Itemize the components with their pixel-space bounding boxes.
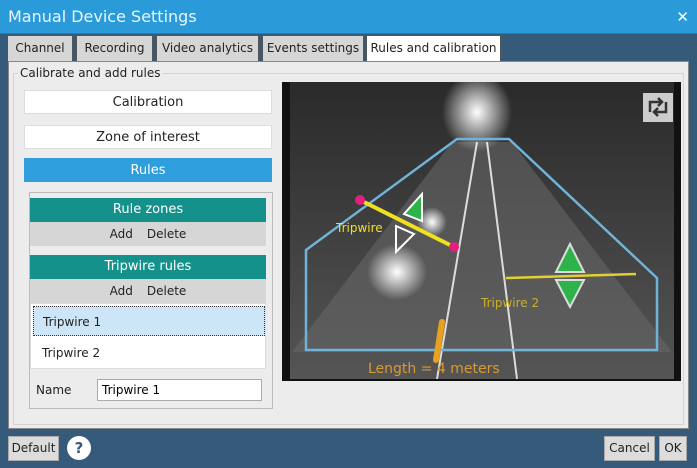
window-title: Manual Device Settings bbox=[8, 7, 197, 26]
swap-icon[interactable] bbox=[643, 93, 673, 122]
default-button[interactable]: Default bbox=[8, 436, 59, 461]
close-icon[interactable]: ✕ bbox=[676, 0, 689, 34]
tripwire-endpoint[interactable] bbox=[449, 242, 459, 252]
tab-channel[interactable]: Channel bbox=[7, 35, 73, 61]
cancel-button[interactable]: Cancel bbox=[604, 436, 655, 461]
length-label: Length = 4 meters bbox=[368, 361, 500, 377]
calibration-button[interactable]: Calibration bbox=[24, 90, 272, 114]
tripwire-rules-header: Tripwire rules bbox=[30, 255, 266, 279]
tripwire-2-label: Tripwire 2 bbox=[480, 296, 539, 310]
tripwire-add-button[interactable]: Add bbox=[110, 284, 133, 298]
title-bar: Manual Device Settings bbox=[0, 0, 697, 34]
tripwire-list: Tripwire 1 Tripwire 2 bbox=[30, 303, 266, 369]
rule-zones-delete-button[interactable]: Delete bbox=[147, 227, 186, 241]
tab-events-settings[interactable]: Events settings bbox=[262, 35, 364, 61]
tripwire-delete-button[interactable]: Delete bbox=[147, 284, 186, 298]
help-icon[interactable]: ? bbox=[67, 436, 91, 460]
tripwire-endpoint[interactable] bbox=[355, 195, 365, 205]
tripwire-rules-actions: Add Delete bbox=[30, 279, 266, 303]
list-item[interactable]: Tripwire 1 bbox=[33, 306, 265, 336]
ok-button[interactable]: OK bbox=[659, 436, 687, 461]
zone-of-interest-button[interactable]: Zone of interest bbox=[24, 125, 272, 149]
rule-zones-header: Rule zones bbox=[30, 198, 266, 222]
rule-zones-add-button[interactable]: Add bbox=[110, 227, 133, 241]
tripwire-1-label: Tripwire bbox=[335, 221, 383, 235]
video-preview[interactable]: Tripwire Tripwire 2 Length = 4 meters bbox=[282, 72, 681, 381]
rule-zones-actions: Add Delete bbox=[30, 222, 266, 246]
group-label: Calibrate and add rules bbox=[18, 66, 163, 80]
list-item[interactable]: Tripwire 2 bbox=[33, 338, 265, 368]
tab-recording[interactable]: Recording bbox=[76, 35, 153, 61]
name-label: Name bbox=[36, 383, 72, 397]
tab-video-analytics[interactable]: Video analytics bbox=[156, 35, 259, 61]
tab-rules-calibration[interactable]: Rules and calibration bbox=[366, 35, 501, 62]
rules-button[interactable]: Rules bbox=[24, 158, 272, 182]
name-input[interactable] bbox=[97, 379, 262, 401]
